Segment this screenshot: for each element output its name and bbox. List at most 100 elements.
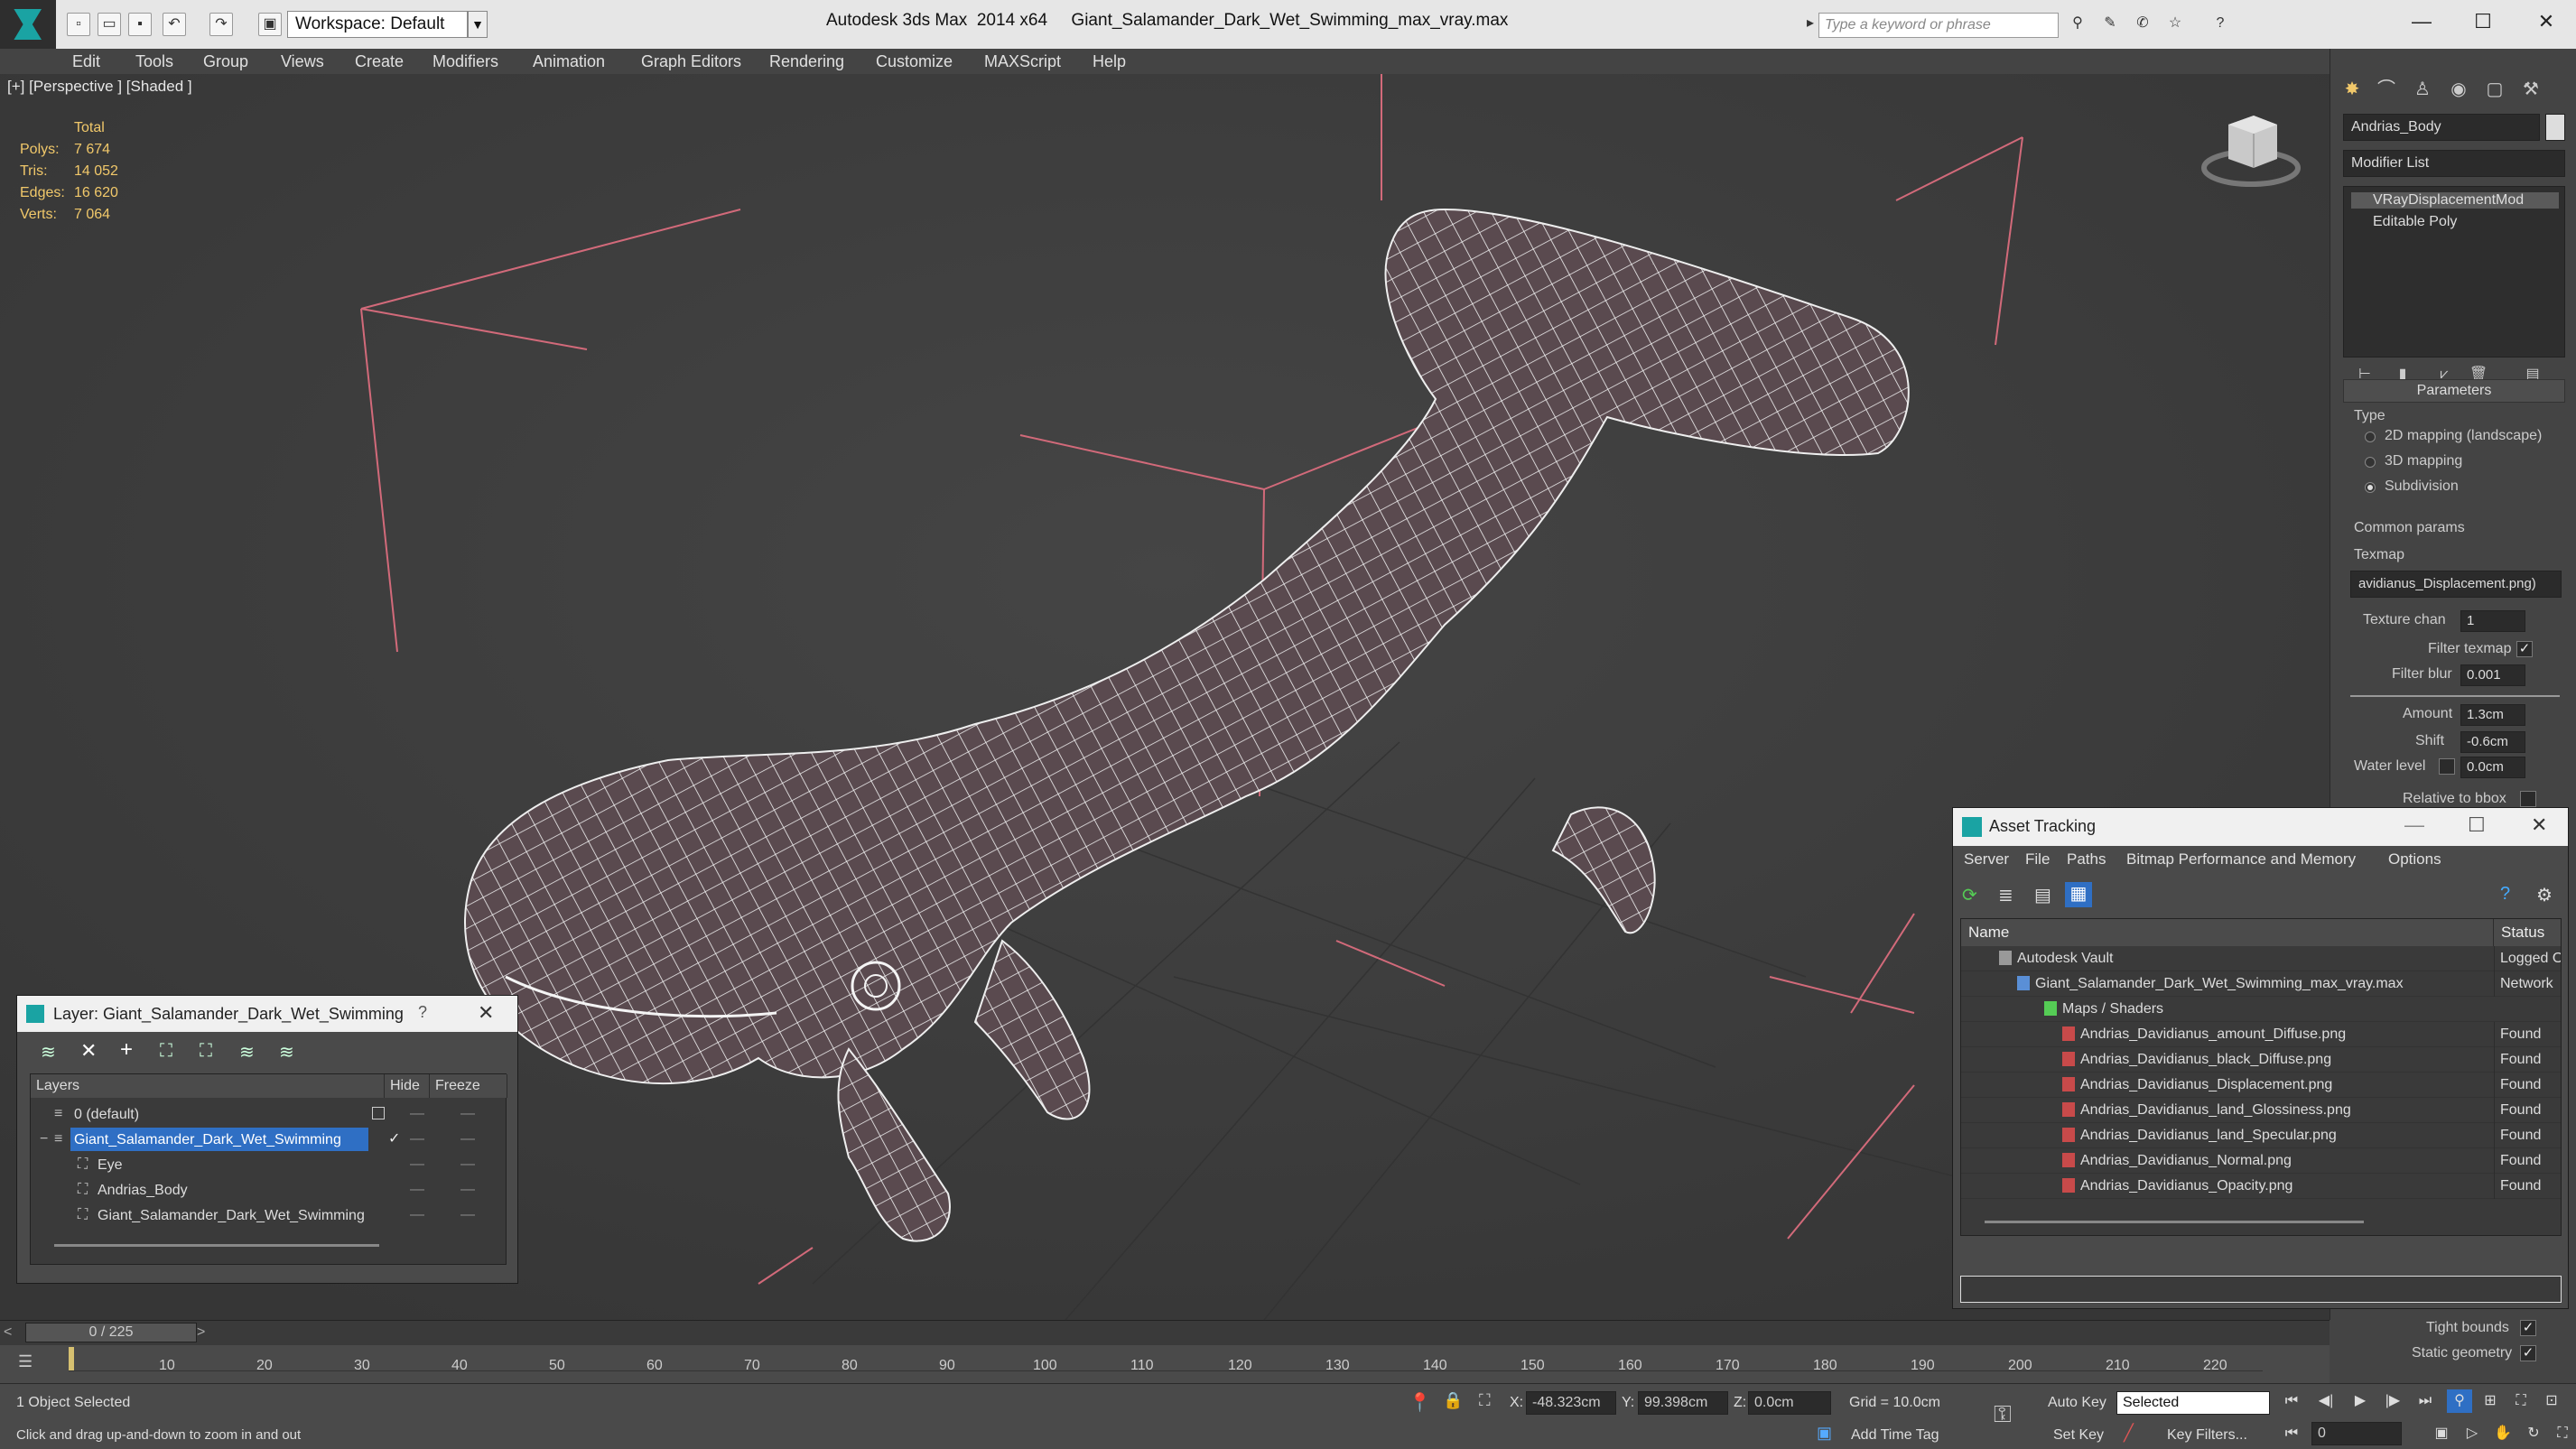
new-file-icon[interactable]: ▫ xyxy=(67,13,90,36)
static-geometry-checkbox[interactable]: ✓ xyxy=(2520,1345,2536,1361)
texmap-button[interactable]: avidianus_Displacement.png) xyxy=(2350,571,2562,598)
asset-row[interactable]: Andrias_Davidianus_land_Specular.png Fou… xyxy=(1961,1123,2561,1148)
minimize-window-button[interactable]: — xyxy=(2395,5,2449,38)
workspace-dropdown-arrow-icon[interactable]: ▼ xyxy=(468,11,488,38)
auto-key-button[interactable]: Auto Key xyxy=(2048,1395,2106,1411)
menu-animation[interactable]: Animation xyxy=(533,52,605,71)
expand-icon[interactable]: − xyxy=(40,1127,48,1152)
set-key-icon[interactable]: ⚿ xyxy=(1994,1400,2012,1429)
asset-row[interactable]: Andrias_Davidianus_Opacity.png Found xyxy=(1961,1174,2561,1199)
list-view-icon[interactable]: ≣ xyxy=(1998,884,2013,906)
freeze-toggle[interactable]: — xyxy=(460,1101,475,1127)
asset-row[interactable]: Andrias_Davidianus_Displacement.png Foun… xyxy=(1961,1073,2561,1098)
utilities-tab-icon[interactable]: ⚒ xyxy=(2515,76,2547,103)
filter-blur-spinner[interactable]: 0.001 xyxy=(2460,664,2525,686)
radio-3d-mapping[interactable] xyxy=(2365,457,2376,468)
asset-menu-bitmap-performance[interactable]: Bitmap Performance and Memory xyxy=(2126,850,2356,868)
asset-path-field[interactable] xyxy=(1960,1276,2562,1303)
redo-icon[interactable]: ↷ xyxy=(209,13,233,36)
relative-bbox-checkbox[interactable] xyxy=(2520,791,2536,807)
isolate-selection-icon[interactable]: 📍 xyxy=(1409,1391,1431,1414)
hide-toggle[interactable]: — xyxy=(410,1203,424,1228)
horizontal-scrollbar[interactable] xyxy=(54,1244,379,1247)
field-of-view-icon[interactable]: ▷ xyxy=(2460,1422,2485,1445)
zoom-extents-icon[interactable]: ⛶ xyxy=(2508,1389,2534,1413)
modify-tab-icon[interactable]: ⌒ xyxy=(2370,76,2403,103)
y-coord-field[interactable]: 99.398cm xyxy=(1638,1391,1728,1415)
layer-row[interactable]: − ≡ Giant_Salamander_Dark_Wet_Swimming ✓… xyxy=(31,1127,506,1152)
previous-frame-icon[interactable]: ◀| xyxy=(2313,1389,2339,1413)
go-to-start-icon[interactable]: ⏮ xyxy=(2279,1389,2304,1413)
layer-row[interactable]: ⛶ Giant_Salamander_Dark_Wet_Swimming — — xyxy=(31,1203,506,1228)
absolute-mode-icon[interactable]: ⛶ xyxy=(1479,1391,1491,1410)
asset-row[interactable]: Andrias_Davidianus_black_Diffuse.png Fou… xyxy=(1961,1047,2561,1073)
parameters-rollout[interactable]: Parameters xyxy=(2343,379,2565,403)
next-frame-icon[interactable]: |▶ xyxy=(2380,1389,2405,1413)
play-icon[interactable]: ▶ xyxy=(2348,1389,2373,1413)
time-configuration-icon[interactable]: ▣ xyxy=(2429,1422,2454,1445)
asset-row[interactable]: Andrias_Davidianus_amount_Diffuse.png Fo… xyxy=(1961,1022,2561,1047)
asset-menu-options[interactable]: Options xyxy=(2388,850,2441,868)
maximize-window-button[interactable]: ☐ xyxy=(2456,5,2510,38)
time-tag-icon[interactable]: ▣ xyxy=(1817,1424,1832,1443)
object-name-field[interactable]: Andrias_Body xyxy=(2343,114,2540,141)
name-column-header[interactable]: Name xyxy=(1961,919,2494,946)
menu-views[interactable]: Views xyxy=(281,52,324,71)
water-level-checkbox[interactable] xyxy=(2439,758,2455,775)
zoom-extents-all-icon[interactable]: ⊡ xyxy=(2539,1389,2564,1413)
search-input[interactable]: Type a keyword or phrase xyxy=(1818,13,2059,38)
frame-counter[interactable]: 0 / 225 xyxy=(25,1323,197,1342)
help-icon[interactable]: ? xyxy=(2209,13,2232,36)
hide-toggle[interactable]: — xyxy=(410,1127,424,1152)
asset-row[interactable]: Giant_Salamander_Dark_Wet_Swimming_max_v… xyxy=(1961,971,2561,997)
next-frame-arrow-icon[interactable]: > xyxy=(197,1324,205,1341)
hide-toggle[interactable]: — xyxy=(410,1177,424,1203)
asset-dialog-minimize-button[interactable]: — xyxy=(2404,813,2424,837)
asset-menu-paths[interactable]: Paths xyxy=(2067,850,2106,868)
modifier-list-dropdown[interactable]: Modifier List xyxy=(2343,150,2565,177)
texture-chan-spinner[interactable]: 1 xyxy=(2460,610,2525,632)
subscription-icon[interactable]: ✎ xyxy=(2098,13,2122,36)
key-filters-button[interactable]: Key Filters... xyxy=(2167,1427,2247,1444)
hide-toggle[interactable]: — xyxy=(410,1101,424,1127)
layers-column-header[interactable]: Layers xyxy=(31,1074,385,1098)
layer-row[interactable]: ⛶ Eye — — xyxy=(31,1152,506,1177)
layer-dialog-close-button[interactable]: ✕ xyxy=(478,1001,494,1025)
filter-texmap-checkbox[interactable]: ✓ xyxy=(2516,641,2533,657)
menu-graph-editors[interactable]: Graph Editors xyxy=(641,52,741,71)
freeze-toggle[interactable]: — xyxy=(460,1152,475,1177)
pan-view-icon[interactable]: ✋ xyxy=(2490,1422,2516,1445)
key-mode-toggle-icon[interactable]: ⏮ xyxy=(2279,1422,2304,1445)
freeze-toggle[interactable]: — xyxy=(460,1127,475,1152)
amount-spinner[interactable]: 1.3cm xyxy=(2460,704,2525,726)
orbit-icon[interactable]: ↻ xyxy=(2521,1422,2546,1445)
menu-help[interactable]: Help xyxy=(1093,52,1126,71)
default-in-out-tangents-icon[interactable]: ╱ xyxy=(2124,1424,2134,1443)
workspace-dropdown[interactable]: Workspace: Default xyxy=(287,11,468,38)
asset-menu-server[interactable]: Server xyxy=(1964,850,2009,868)
menu-rendering[interactable]: Rendering xyxy=(769,52,844,71)
asset-row[interactable]: Maps / Shaders xyxy=(1961,997,2561,1022)
water-level-spinner[interactable]: 0.0cm xyxy=(2460,757,2525,778)
viewport-label[interactable]: [+] [Perspective ] [Shaded ] xyxy=(7,78,192,96)
menu-modifiers[interactable]: Modifiers xyxy=(432,52,498,71)
prev-frame-arrow-icon[interactable]: < xyxy=(4,1324,12,1341)
menu-tools[interactable]: Tools xyxy=(135,52,173,71)
close-window-button[interactable]: ✕ xyxy=(2519,5,2573,38)
set-key-button[interactable]: Set Key xyxy=(2053,1427,2104,1444)
add-time-tag-button[interactable]: Add Time Tag xyxy=(1851,1427,1939,1444)
save-icon[interactable]: ▪ xyxy=(128,13,152,36)
menu-create[interactable]: Create xyxy=(355,52,404,71)
shift-spinner[interactable]: -0.6cm xyxy=(2460,731,2525,753)
menu-maxscript[interactable]: MAXScript xyxy=(984,52,1061,71)
horizontal-scrollbar[interactable] xyxy=(1985,1221,2364,1223)
freeze-all-layers-icon[interactable]: ≋ xyxy=(279,1041,294,1064)
timeline-ruler[interactable]: ☰ 10 20 30 40 50 60 70 80 90 100 110 120… xyxy=(0,1345,2330,1383)
tight-bounds-checkbox[interactable]: ✓ xyxy=(2520,1320,2536,1336)
stack-item-vraydisplacement[interactable]: VRayDisplacementMod xyxy=(2351,192,2559,209)
asset-dialog-titlebar[interactable]: Asset Tracking — ☐ ✕ xyxy=(1953,808,2568,846)
table-view-icon[interactable]: ▤ xyxy=(2034,884,2051,906)
zoom-all-icon[interactable]: ⊞ xyxy=(2478,1389,2503,1413)
go-to-end-icon[interactable]: ⏭ xyxy=(2413,1389,2438,1413)
status-column-header[interactable]: Status xyxy=(2494,919,2561,946)
